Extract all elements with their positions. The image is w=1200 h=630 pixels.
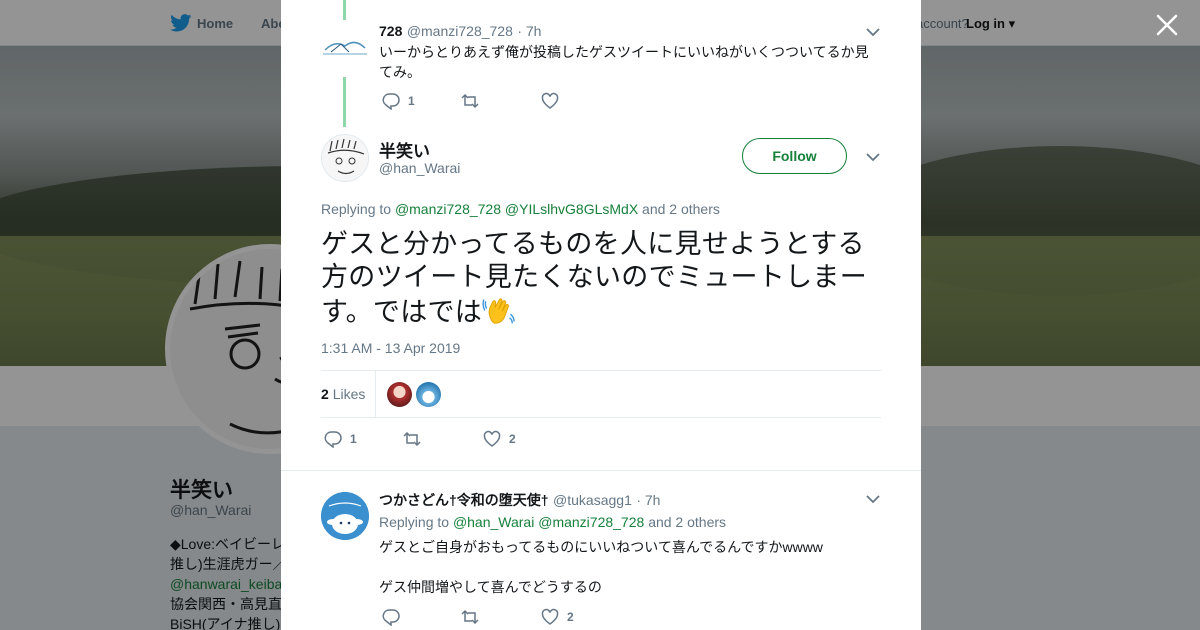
avatar-image [322,135,368,181]
replying-to-line: Replying to @manzi728_728 @YILslhvG8GLsM… [321,201,720,217]
user-avatar-han-warai[interactable] [321,134,369,182]
user-avatar-728[interactable] [321,26,369,74]
tweet-text-line: ゲス仲間増やして喜んでどうするの [379,579,602,595]
retweet-button[interactable] [461,92,479,110]
heart-icon [541,608,559,625]
close-icon[interactable] [1154,12,1180,38]
tweet-author-name[interactable]: 728 [379,23,402,39]
reply-button[interactable] [382,608,400,626]
tweet-author-name[interactable]: 半笑い [379,137,430,162]
likes-label: Likes [332,386,366,402]
like-button[interactable]: 2 [483,430,516,448]
retweet-button[interactable] [403,430,421,448]
like-count: 2 [567,610,574,624]
liker-avatar[interactable] [387,382,412,407]
reply-count: 1 [408,94,415,108]
reply-icon [382,93,400,110]
avatar-image [321,492,369,540]
replying-to-line: Replying to @han_Warai @manzi728_728 and… [379,514,726,530]
tweet-permalink-modal: 728 @manzi728_728 · 7h いーからとりあえず俺が投稿したゲス… [281,0,921,630]
tweet-author-handle[interactable]: @tukasagg1 [553,492,632,508]
mention-link[interactable]: @han_Warai [453,514,534,530]
retweet-icon [403,431,421,447]
reply-count: 1 [350,432,357,446]
tweet-time[interactable]: · 7h [636,492,660,508]
tweet-author-handle[interactable]: @han_Warai [379,160,460,176]
tweet-author-handle[interactable]: @manzi728_728 [407,23,513,39]
reply-icon [324,431,342,448]
tweet-time[interactable]: · 7h [517,23,541,39]
chevron-down-icon[interactable] [866,152,880,162]
tweet-text: いーからとりあえず俺が投稿したゲスツイートにいいねがいくつついてるか見てみ。 [379,44,869,80]
like-button[interactable] [541,92,559,110]
heart-icon [541,92,559,109]
like-count: 2 [509,432,516,446]
mention-link[interactable]: @manzi728_728 [395,201,501,217]
user-avatar-tukasagg1[interactable] [321,492,369,540]
reply-button[interactable]: 1 [324,430,357,448]
reply-icon [382,609,400,626]
heart-icon [483,430,501,447]
and-others-link[interactable]: and 2 others [648,514,726,530]
retweet-icon [461,609,479,625]
tweet-text-body: ゲスと分かってるものを人に見せようとする方のツイート見たくないのでミュートしまー… [321,229,867,327]
tweet-stats-bar: 2 Likes [321,370,881,418]
and-others-link[interactable]: and 2 others [642,201,720,217]
tweet-author-name[interactable]: つかさどん†令和の堕天使† [379,492,549,508]
mention-link[interactable]: @manzi728_728 [538,514,644,530]
retweet-button[interactable] [461,608,479,626]
replying-to-label: Replying to [321,201,392,217]
likes-count: 2 [321,386,329,402]
reply-button[interactable]: 1 [382,92,415,110]
like-button[interactable]: 2 [541,608,574,626]
tweet-header: 728 @manzi728_728 · 7h [379,23,541,41]
stats-divider [375,371,376,417]
tweet-header: つかさどん†令和の堕天使† @tukasagg1 · 7h [379,490,660,510]
thread-connector-line [343,0,346,20]
retweet-icon [461,93,479,109]
mention-link[interactable]: @YILslhvG8GLsMdX [505,201,638,217]
chevron-down-icon[interactable] [866,27,880,37]
liker-avatar[interactable] [416,382,441,407]
follow-button[interactable]: Follow [742,138,847,174]
avatar-image [321,26,369,74]
thread-connector-line [343,77,346,127]
replying-to-label: Replying to [379,514,450,530]
waving-hand-icon [482,298,515,324]
tweet-text-line: ゲスとご自身がおもってるものにいいねついて喜んでるんですかwwww [379,539,823,555]
likes-stat[interactable]: 2 Likes [321,386,365,402]
main-tweet-text: ゲスと分かってるものを人に見せようとする方のツイート見たくないのでミュートしまー… [321,228,871,329]
chevron-down-icon[interactable] [866,494,880,504]
reply-section-divider [281,470,921,471]
tweet-timestamp[interactable]: 1:31 AM - 13 Apr 2019 [321,340,460,356]
